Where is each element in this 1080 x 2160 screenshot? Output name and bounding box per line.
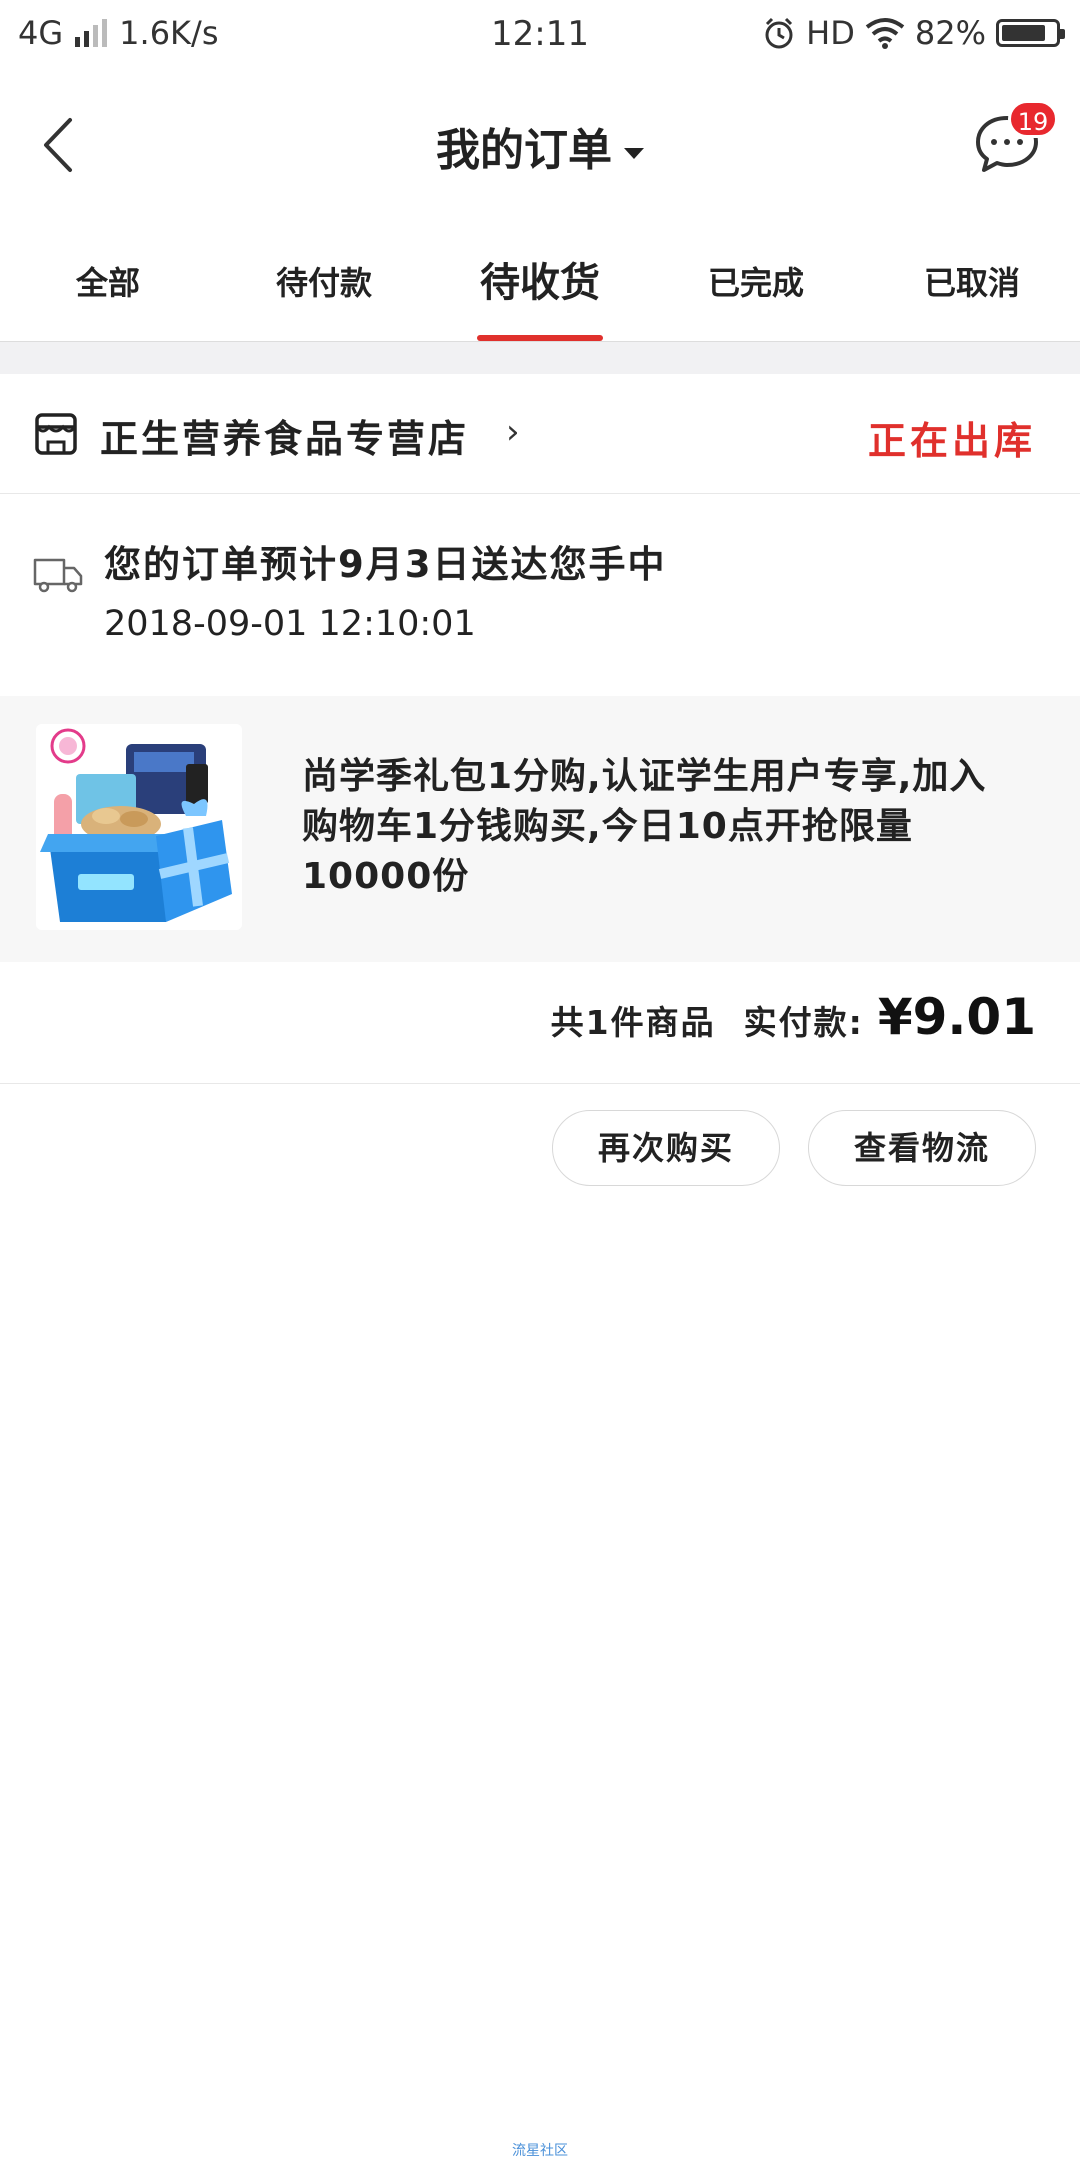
store-name[interactable]: 正生营养食品专营店 xyxy=(100,408,469,463)
paid-label: 实付款: xyxy=(743,1003,864,1042)
alarm-icon xyxy=(765,17,793,49)
delivery-row[interactable]: 您的订单预计9月3日送达您手中 2018-09-01 12:10:01 xyxy=(0,494,1080,694)
status-right: HD 82% xyxy=(762,14,1065,52)
rebuy-button[interactable]: 再次购买 xyxy=(552,1110,780,1186)
tab-completed[interactable]: 已完成 xyxy=(648,224,864,341)
tab-pending-payment[interactable]: 待付款 xyxy=(216,224,432,341)
message-badge: 19 xyxy=(1008,100,1058,138)
order-tabs: 全部 待付款 待收货 已完成 已取消 xyxy=(0,224,1080,342)
tab-pending-receipt[interactable]: 待收货 xyxy=(432,224,648,341)
item-count: 共1件商品 xyxy=(550,1003,716,1042)
tab-all[interactable]: 全部 xyxy=(0,224,216,341)
battery-percent: 82% xyxy=(914,14,986,52)
store-arrow-icon: › xyxy=(506,412,520,452)
truck-icon xyxy=(33,558,83,593)
gift-box-image xyxy=(36,724,242,930)
delivery-message: 您的订单预计9月3日送达您手中 xyxy=(104,543,667,586)
dropdown-caret-icon xyxy=(624,147,644,159)
paid-amount: ¥9.01 xyxy=(877,988,1036,1046)
product-title[interactable]: 尚学季礼包1分购,认证学生用户专享,加入购物车1分钱购买,今日10点开抢限量10… xyxy=(302,752,1002,902)
view-logistics-button[interactable]: 查看物流 xyxy=(808,1110,1036,1186)
battery-icon xyxy=(996,19,1065,47)
page-title-text: 我的订单 xyxy=(436,125,612,176)
page-title[interactable]: 我的订单 xyxy=(0,114,1080,178)
watermark: 流星社区 xyxy=(512,2143,568,2159)
status-bar: 4G 1.6K/s 12:11 HD 82% xyxy=(0,0,1080,72)
order-summary: 共1件商品 实付款: ¥9.01 xyxy=(0,962,1080,1084)
product-image[interactable] xyxy=(36,724,242,930)
app-header: 我的订单 xyxy=(0,72,1080,212)
section-divider xyxy=(0,342,1080,374)
order-status: 正在出库 xyxy=(867,419,1036,463)
hd-indicator: HD xyxy=(806,14,855,52)
wifi-icon xyxy=(865,18,905,49)
store-icon xyxy=(35,413,77,455)
store-row[interactable]: 正生营养食品专营店 › 正在出库 xyxy=(0,374,1080,494)
tab-cancelled[interactable]: 已取消 xyxy=(864,224,1080,341)
summary-line: 共1件商品 实付款: ¥9.01 xyxy=(551,988,1036,1046)
product-item[interactable]: 尚学季礼包1分购,认证学生用户专享,加入购物车1分钱购买,今日10点开抢限量10… xyxy=(0,696,1080,962)
delivery-time: 2018-09-01 12:10:01 xyxy=(104,604,476,644)
